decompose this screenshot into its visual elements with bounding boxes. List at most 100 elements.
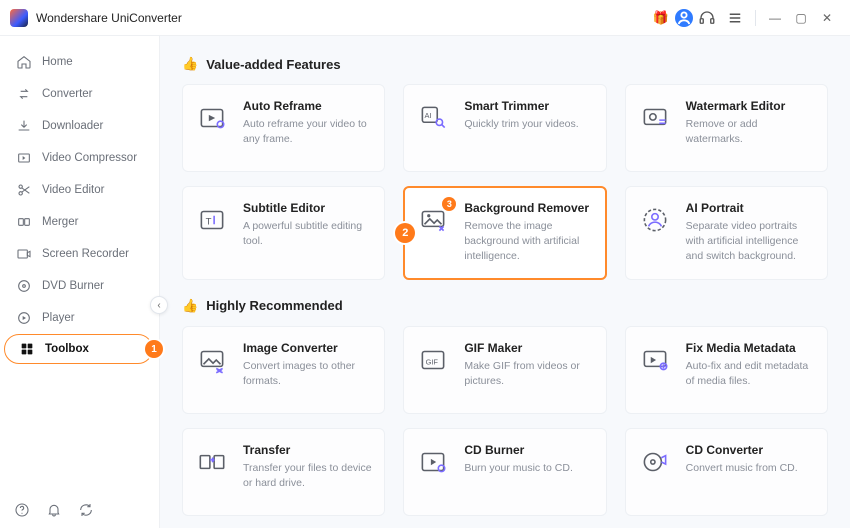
help-icon[interactable] <box>14 502 30 518</box>
collapse-sidebar-button[interactable]: ‹ <box>150 296 168 314</box>
user-avatar-icon[interactable] <box>675 9 693 27</box>
sidebar-item-label: Player <box>42 312 75 324</box>
section-value-added-header: 👍 Value-added Features <box>182 56 828 72</box>
bg-remover-icon: 3 <box>416 203 450 237</box>
reframe-icon <box>195 101 229 135</box>
headset-icon[interactable] <box>698 9 716 27</box>
smart-trimmer-icon: AI <box>416 101 450 135</box>
card-title: AI Portrait <box>686 201 815 215</box>
card-gif-maker[interactable]: GIF GIF Maker Make GIF from videos or pic… <box>403 326 606 414</box>
sidebar-item-label: DVD Burner <box>42 280 104 292</box>
app-window: Wondershare UniConverter 🎁 — ▢ ✕ Home Co… <box>0 0 850 528</box>
gift-icon[interactable]: 🎁 <box>652 9 670 27</box>
sidebar-item-label: Toolbox <box>45 343 89 355</box>
card-watermark-editor[interactable]: Watermark Editor Remove or add watermarks… <box>625 84 828 172</box>
gif-icon: GIF <box>416 343 450 377</box>
cd-convert-icon <box>638 445 672 479</box>
home-icon <box>16 54 32 70</box>
card-desc: Auto reframe your video to any frame. <box>243 117 372 147</box>
app-logo-icon <box>10 9 28 27</box>
sidebar-badge: 1 <box>145 340 163 358</box>
card-title: Transfer <box>243 443 372 457</box>
card-desc: Separate video portraits with artificial… <box>686 219 815 265</box>
card-desc: Make GIF from videos or pictures. <box>464 359 593 389</box>
card-title: GIF Maker <box>464 341 593 355</box>
highlight-badge: 2 <box>395 223 415 243</box>
sidebar: Home Converter Downloader Video Compress… <box>0 36 160 528</box>
card-smart-trimmer[interactable]: AI Smart Trimmer Quickly trim your videos… <box>403 84 606 172</box>
compress-icon <box>16 150 32 166</box>
ai-portrait-icon <box>638 203 672 237</box>
close-button[interactable]: ✕ <box>820 11 834 25</box>
converter-icon <box>16 86 32 102</box>
app-title: Wondershare UniConverter <box>36 11 182 25</box>
toolbox-icon <box>19 341 35 357</box>
icon-badge: 3 <box>442 197 456 211</box>
card-desc: Quickly trim your videos. <box>464 117 578 132</box>
section-title: Value-added Features <box>206 57 340 72</box>
record-icon <box>16 246 32 262</box>
card-desc: Transfer your files to device or hard dr… <box>243 461 372 491</box>
card-title: Smart Trimmer <box>464 99 578 113</box>
card-image-converter[interactable]: Image ConverterConvert images to other f… <box>182 326 385 414</box>
sidebar-item-player[interactable]: Player <box>2 302 157 334</box>
watermark-icon <box>638 101 672 135</box>
card-desc: A powerful subtitle editing tool. <box>243 219 372 249</box>
image-convert-icon <box>195 343 229 377</box>
refresh-icon[interactable] <box>78 502 94 518</box>
sidebar-item-merger[interactable]: Merger <box>2 206 157 238</box>
sidebar-item-home[interactable]: Home <box>2 46 157 78</box>
maximize-button[interactable]: ▢ <box>794 11 808 25</box>
svg-text:AI: AI <box>425 111 432 120</box>
merge-icon <box>16 214 32 230</box>
minimize-button[interactable]: — <box>768 11 782 25</box>
sidebar-item-converter[interactable]: Converter <box>2 78 157 110</box>
sidebar-item-label: Downloader <box>42 120 103 132</box>
sidebar-item-label: Home <box>42 56 73 68</box>
card-title: CD Burner <box>464 443 573 457</box>
thumb-up-icon: 👍 <box>182 298 198 314</box>
sidebar-item-video-editor[interactable]: Video Editor <box>2 174 157 206</box>
section-title: Highly Recommended <box>206 298 343 313</box>
card-desc: Remove or add watermarks. <box>686 117 815 147</box>
card-cd-converter[interactable]: CD Converter Convert music from CD. <box>625 428 828 516</box>
sidebar-item-downloader[interactable]: Downloader <box>2 110 157 142</box>
card-title: Subtitle Editor <box>243 201 372 215</box>
card-desc: Burn your music to CD. <box>464 461 573 476</box>
sidebar-item-toolbox[interactable]: Toolbox <box>4 334 153 364</box>
svg-text:GIF: GIF <box>426 357 439 366</box>
titlebar: Wondershare UniConverter 🎁 — ▢ ✕ <box>0 0 850 36</box>
content-area: 👍 Value-added Features Auto ReframeAuto … <box>160 36 850 528</box>
sidebar-footer <box>0 492 159 528</box>
card-fix-metadata[interactable]: Fix Media Metadata Auto-fix and edit meta… <box>625 326 828 414</box>
section-recommended-header: 👍 Highly Recommended <box>182 298 828 314</box>
card-title: Background Remover <box>464 201 593 215</box>
card-title: Fix Media Metadata <box>686 341 815 355</box>
sidebar-item-video-compressor[interactable]: Video Compressor <box>2 142 157 174</box>
value-added-grid: Auto Reframe Auto reframe your video to a… <box>182 84 828 280</box>
card-desc: Convert images to other formats. <box>243 359 372 389</box>
scissors-icon <box>16 182 32 198</box>
card-auto-reframe[interactable]: Auto Reframe Auto reframe your video to a… <box>182 84 385 172</box>
card-title: CD Converter <box>686 443 798 457</box>
play-icon <box>16 310 32 326</box>
card-transfer[interactable]: Transfer Transfer your files to device or… <box>182 428 385 516</box>
card-cd-burner[interactable]: CD Burner Burn your music to CD. <box>403 428 606 516</box>
card-desc: Convert music from CD. <box>686 461 798 476</box>
card-ai-portrait[interactable]: AI Portrait Separate video portraits with… <box>625 186 828 280</box>
sidebar-item-label: Screen Recorder <box>42 248 129 260</box>
recommended-grid: Image ConverterConvert images to other f… <box>182 326 828 516</box>
card-subtitle-editor[interactable]: T Subtitle Editor A powerful subtitle edi… <box>182 186 385 280</box>
sidebar-item-label: Video Editor <box>42 184 104 196</box>
card-desc: Auto-fix and edit metadata of media file… <box>686 359 815 389</box>
sidebar-item-label: Converter <box>42 88 93 100</box>
card-background-remover[interactable]: 2 3 Background RemoverRemove the image b… <box>403 186 606 280</box>
card-title: Watermark Editor <box>686 99 815 113</box>
metadata-icon <box>638 343 672 377</box>
svg-text:T: T <box>206 216 212 227</box>
sidebar-item-screen-recorder[interactable]: Screen Recorder <box>2 238 157 270</box>
card-title: Auto Reframe <box>243 99 372 113</box>
bell-icon[interactable] <box>46 502 62 518</box>
sidebar-item-dvd-burner[interactable]: DVD Burner <box>2 270 157 302</box>
menu-icon[interactable] <box>726 9 744 27</box>
